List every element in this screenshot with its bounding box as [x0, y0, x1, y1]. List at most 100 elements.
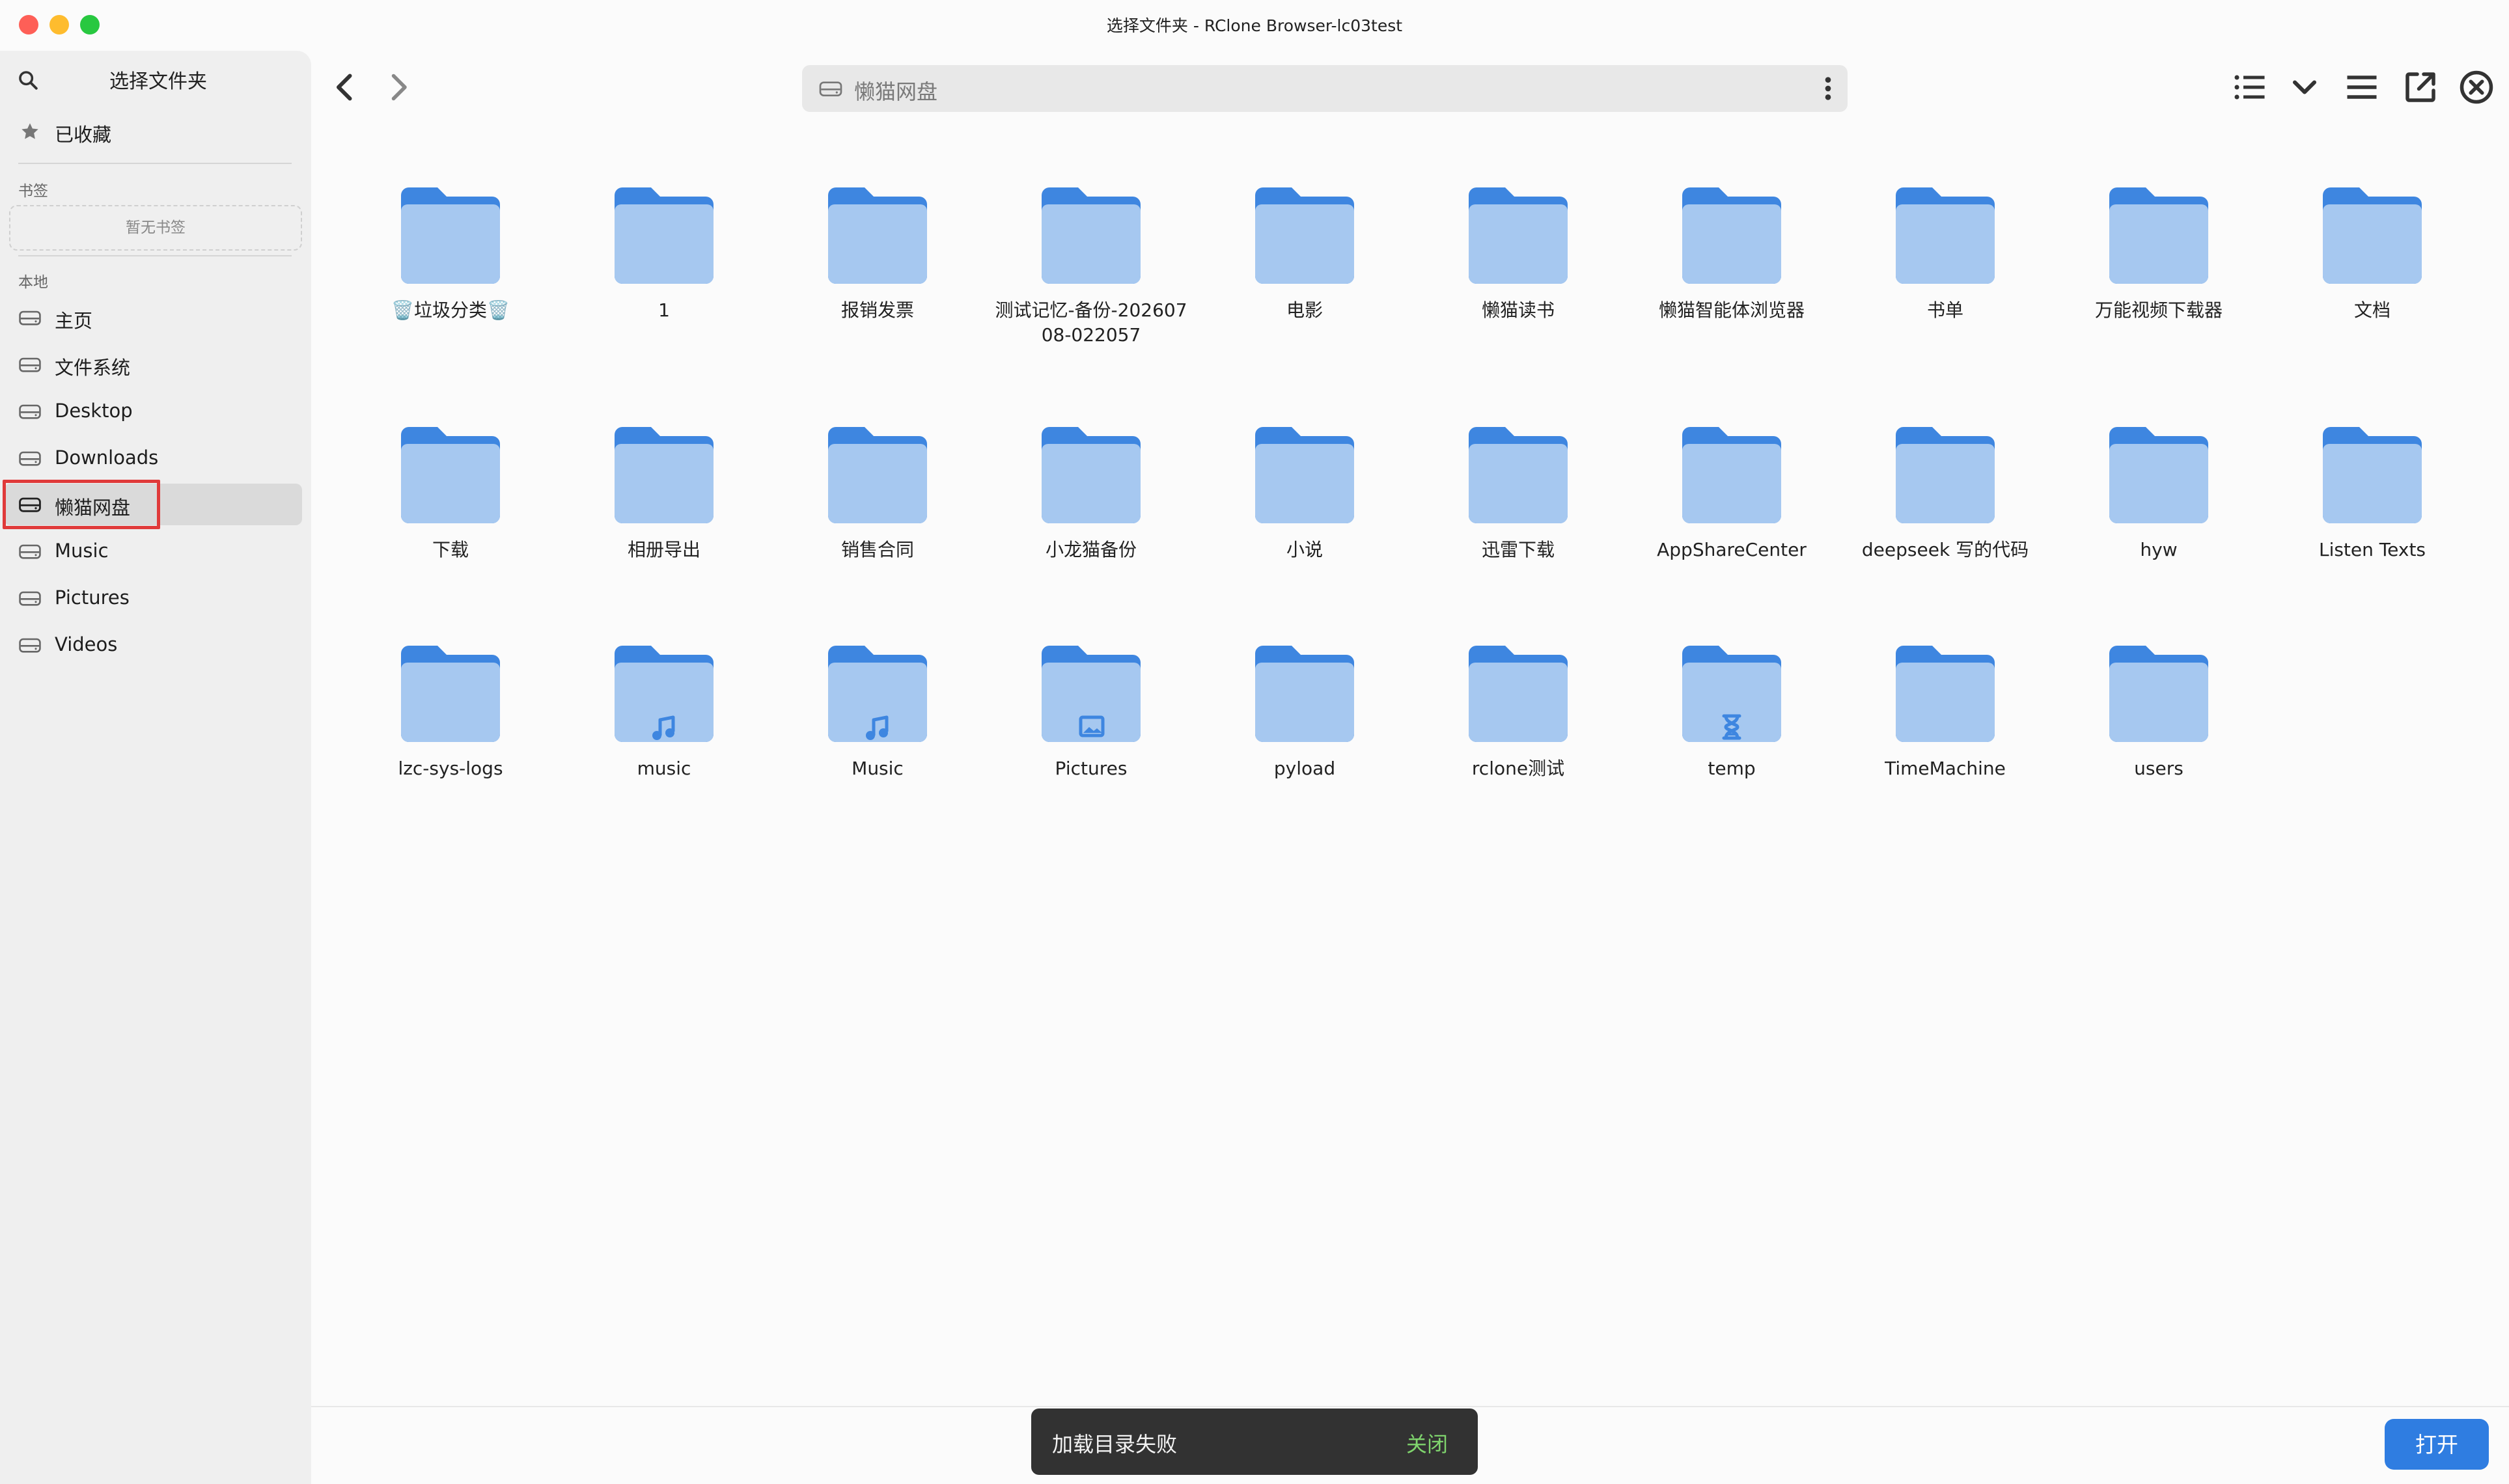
music-folder-icon — [615, 646, 714, 742]
folder-item[interactable]: Listen Texts — [2275, 422, 2470, 562]
sidebar-divider — [18, 255, 292, 256]
drive-icon — [19, 451, 41, 466]
folder-item[interactable]: pyload — [1207, 640, 1402, 781]
path-bar[interactable]: 懒猫网盘 — [802, 65, 1848, 112]
folder-item[interactable]: 懒猫读书 — [1421, 182, 1616, 323]
folder-item[interactable]: TimeMachine — [1848, 640, 2043, 781]
folder-item[interactable]: 电影 — [1207, 182, 1402, 323]
folder-item[interactable]: 文档 — [2275, 182, 2470, 323]
folder-icon — [401, 427, 500, 523]
folder-item[interactable]: 下载 — [353, 422, 548, 562]
bookmarks-empty-placeholder: 暂无书签 — [9, 205, 302, 251]
more-vertical-icon[interactable] — [1822, 76, 1835, 102]
folder-item[interactable]: music — [566, 640, 762, 781]
folder-icon — [2109, 427, 2208, 523]
folder-name: Music — [852, 758, 904, 779]
folder-item[interactable]: 万能视频下载器 — [2061, 182, 2256, 323]
folder-name: deepseek 写的代码 — [1861, 539, 2029, 560]
folder-icon — [2323, 187, 2422, 284]
folder-icon — [615, 427, 714, 523]
folder-icon — [2323, 427, 2422, 523]
open-external-icon[interactable] — [2401, 68, 2440, 107]
chevron-down-icon[interactable] — [2285, 68, 2324, 107]
sidebar-item-videos[interactable]: Videos — [0, 624, 311, 666]
drive-icon — [819, 81, 842, 96]
sidebar-item-label: 文件系统 — [55, 357, 131, 379]
folder-name: Listen Texts — [2318, 539, 2426, 560]
folder-item[interactable]: temp — [1634, 640, 1829, 781]
folder-item[interactable]: 迅雷下载 — [1421, 422, 1616, 562]
folder-icon — [2109, 187, 2208, 284]
folder-icon — [1469, 646, 1568, 742]
folder-item[interactable]: 1 — [566, 182, 762, 323]
sidebar-item-favorites[interactable]: 已收藏 — [0, 111, 311, 152]
toast-close-button[interactable]: 关闭 — [1406, 1428, 1448, 1458]
folder-item[interactable]: 小说 — [1207, 422, 1402, 562]
title-bar: 选择文件夹 - RClone Browser-lc03test — [0, 0, 2509, 51]
folder-name: 相册导出 — [627, 539, 700, 560]
folder-item[interactable]: rclone测试 — [1421, 640, 1616, 781]
drive-icon — [19, 591, 41, 606]
sidebar-item-downloads[interactable]: Downloads — [0, 437, 311, 479]
sidebar-item-label: 主页 — [55, 310, 93, 332]
folder-icon — [1896, 646, 1995, 742]
folder-item[interactable]: 书单 — [1848, 182, 2043, 323]
folder-item[interactable]: 小龙猫备份 — [993, 422, 1189, 562]
drive-icon — [19, 638, 41, 653]
folder-name: 报销发票 — [840, 299, 914, 321]
forward-chevron-icon[interactable] — [379, 68, 418, 107]
open-button[interactable]: 打开 — [2385, 1419, 2489, 1470]
folder-name: lzc-sys-logs — [398, 758, 503, 779]
pictures-folder-icon — [1042, 646, 1141, 742]
folder-item[interactable]: lzc-sys-logs — [353, 640, 548, 781]
folder-item[interactable]: deepseek 写的代码 — [1848, 422, 2043, 562]
sidebar-item-filesystem[interactable]: 文件系统 — [0, 344, 311, 385]
folder-name: music — [637, 758, 691, 779]
folder-item[interactable]: 销售合同 — [780, 422, 975, 562]
folder-item[interactable]: 相册导出 — [566, 422, 762, 562]
sidebar: 选择文件夹 已收藏 书签 暂无书签 本地 主页 文件系统 Desktop Dow… — [0, 51, 311, 1484]
drive-icon — [19, 404, 41, 419]
folder-icon — [1255, 427, 1354, 523]
folder-icon — [1255, 646, 1354, 742]
folder-name: 万能视频下载器 — [2094, 299, 2223, 321]
close-circle-icon[interactable] — [2457, 68, 2496, 107]
sidebar-item-music[interactable]: Music — [0, 530, 311, 572]
list-view-icon[interactable] — [2230, 68, 2269, 107]
folder-item[interactable]: Music — [780, 640, 975, 781]
folder-icon — [1682, 187, 1781, 284]
folder-name: AppShareCenter — [1657, 539, 1807, 560]
sidebar-item-label: Videos — [55, 633, 118, 655]
sidebar-item-pictures[interactable]: Pictures — [0, 577, 311, 619]
folder-name: 小龙猫备份 — [1045, 539, 1137, 560]
folder-icon — [828, 187, 927, 284]
folder-icon — [401, 646, 500, 742]
folder-icon — [2109, 646, 2208, 742]
folder-name: temp — [1708, 758, 1756, 779]
folder-name: 懒猫智能体浏览器 — [1658, 299, 1805, 321]
folder-item[interactable]: 🗑️垃圾分类🗑️ — [353, 182, 548, 323]
folder-icon — [401, 187, 500, 284]
folder-name: 迅雷下载 — [1481, 539, 1555, 560]
sidebar-item-desktop[interactable]: Desktop — [0, 391, 311, 432]
menu-icon[interactable] — [2342, 68, 2381, 107]
folder-item[interactable]: users — [2061, 640, 2256, 781]
sidebar-item-home[interactable]: 主页 — [0, 297, 311, 338]
folder-name: pyload — [1273, 758, 1336, 779]
folder-item[interactable]: Pictures — [993, 640, 1189, 781]
error-toast: 加载目录失败 关闭 — [1031, 1408, 1478, 1475]
folder-name: 下载 — [432, 539, 469, 560]
folder-icon — [1896, 187, 1995, 284]
toast-message: 加载目录失败 — [1052, 1432, 1178, 1457]
folder-item[interactable]: hyw — [2061, 422, 2256, 562]
sidebar-divider — [18, 163, 292, 164]
music-folder-icon — [828, 646, 927, 742]
back-chevron-icon[interactable] — [326, 68, 365, 107]
folder-item[interactable]: 报销发票 — [780, 182, 975, 323]
search-icon[interactable] — [17, 69, 39, 91]
folder-item[interactable]: 测试记忆-备份-20260708-022057 — [993, 182, 1189, 348]
folder-name: 1 — [658, 299, 670, 321]
folder-item[interactable]: AppShareCenter — [1634, 422, 1829, 562]
folder-item[interactable]: 懒猫智能体浏览器 — [1634, 182, 1829, 323]
local-section-label: 本地 — [18, 274, 48, 291]
